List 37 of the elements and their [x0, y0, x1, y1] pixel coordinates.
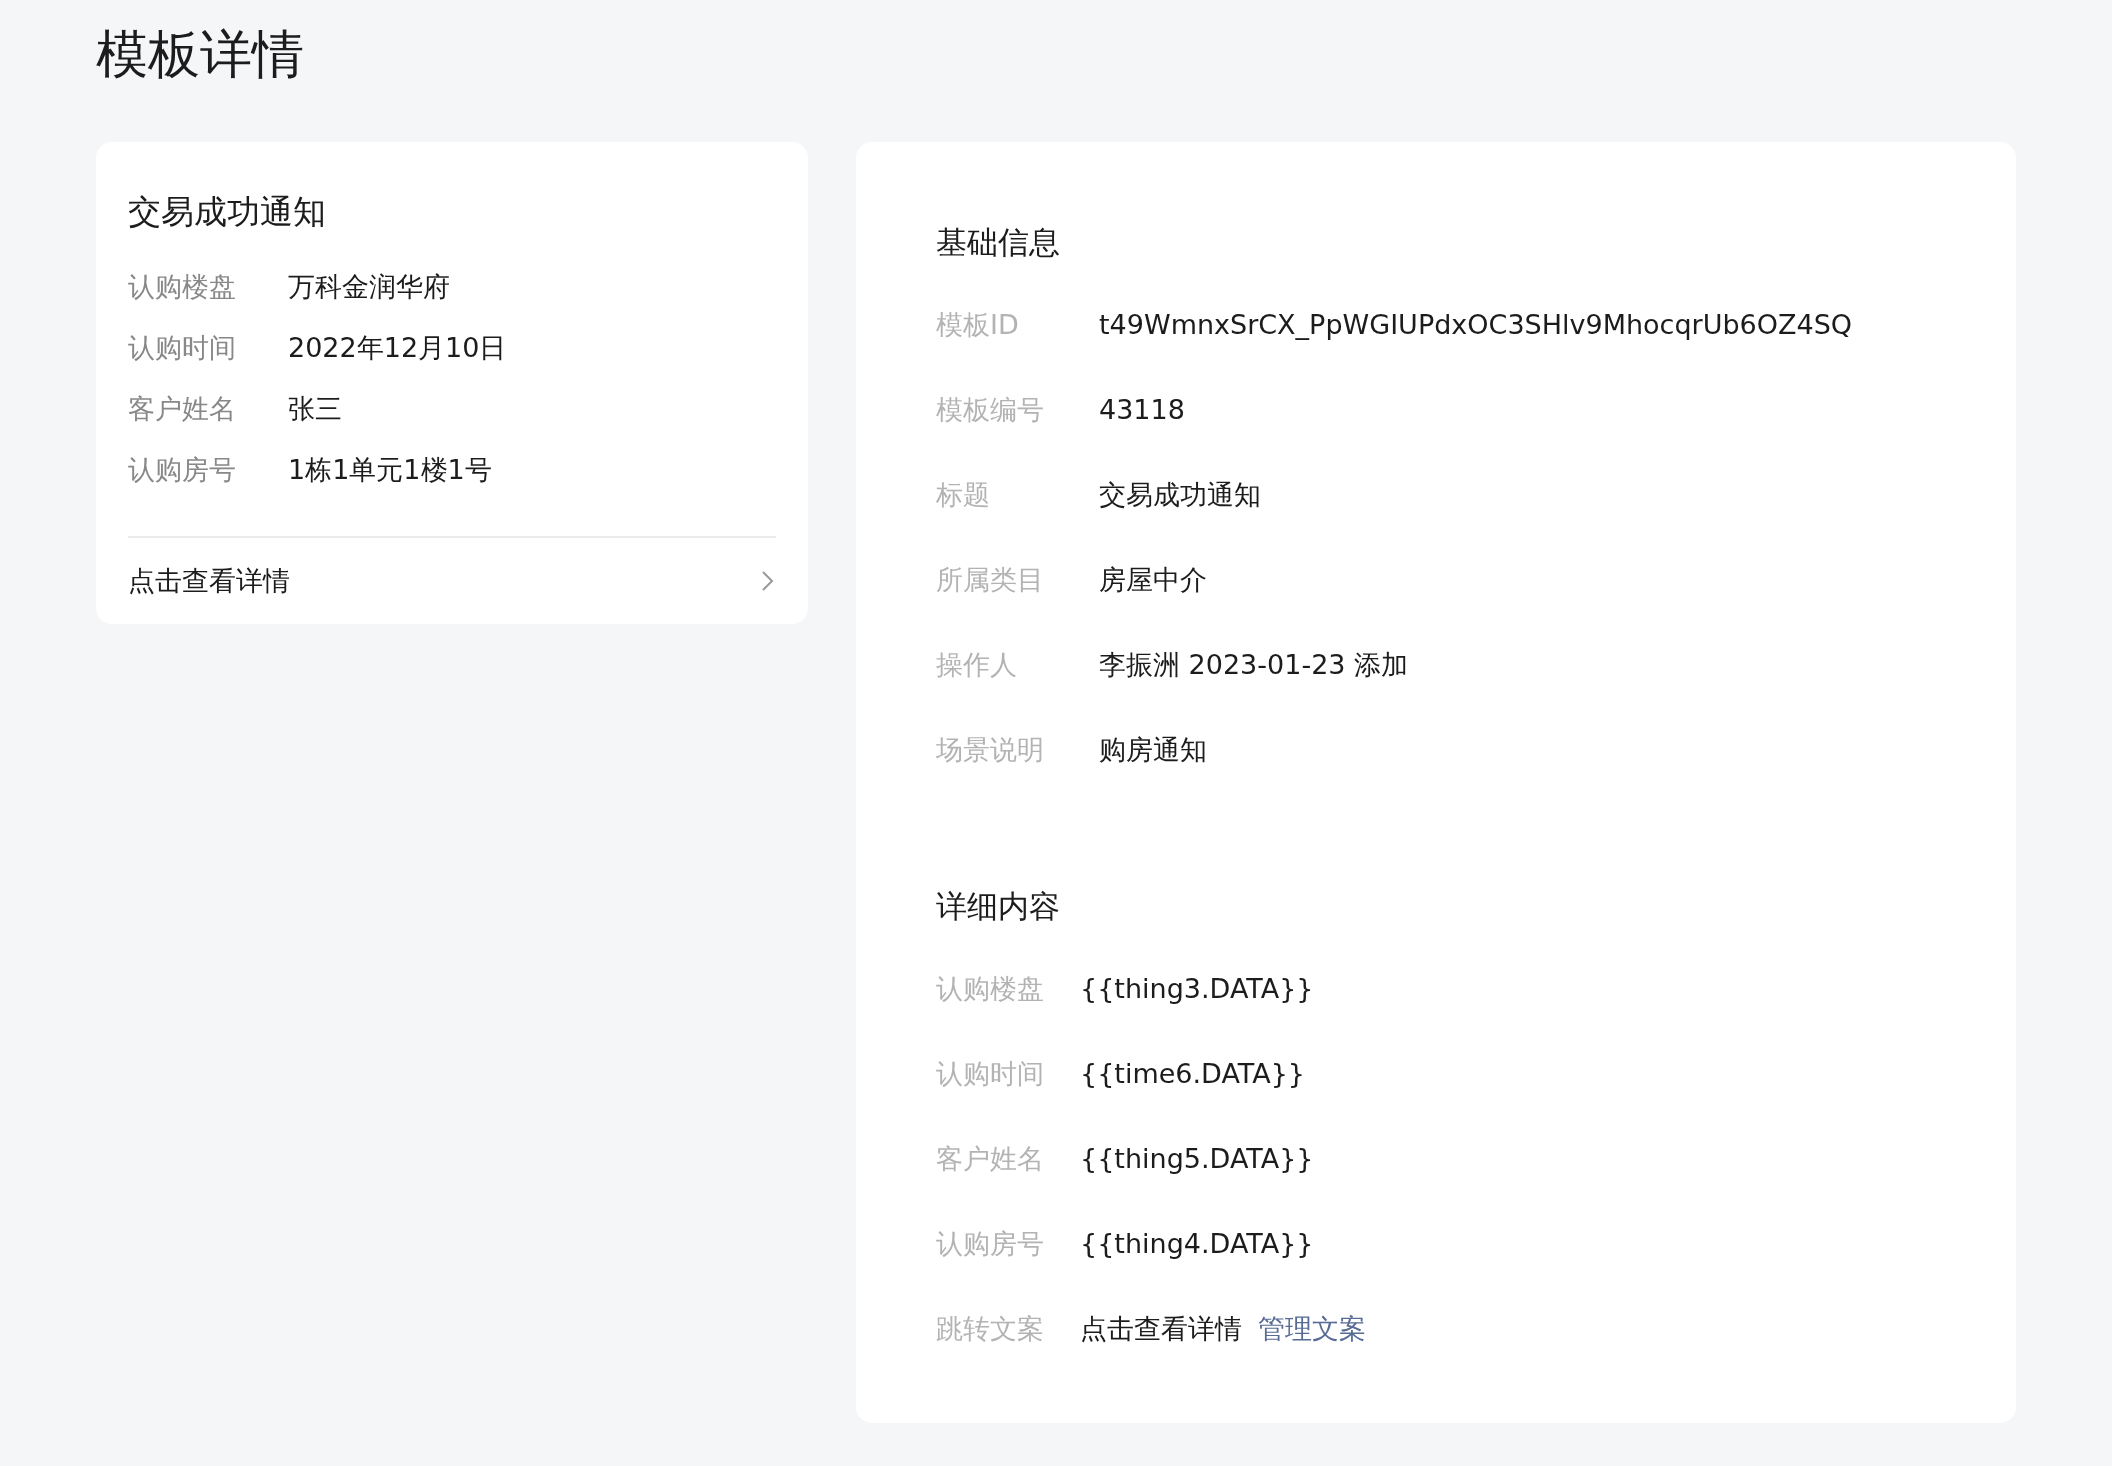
field-label: 场景说明	[936, 733, 1045, 767]
field-value: 李振洲 2023-01-23 添加	[1099, 648, 1409, 682]
field-label: 操作人	[936, 648, 1018, 682]
field-value: 2022年12月10日	[288, 331, 507, 365]
field-label: 模板ID	[936, 308, 1020, 342]
view-details-link[interactable]: 点击查看详情	[128, 536, 776, 624]
field-label: 认购时间	[936, 1057, 1045, 1091]
card-title: 交易成功通知	[128, 191, 327, 233]
chevron-right-icon	[760, 569, 776, 593]
field-label: 跳转文案	[936, 1312, 1045, 1346]
field-value: 购房通知	[1099, 733, 1207, 767]
field-value: {{thing5.DATA}}	[1080, 1142, 1314, 1176]
field-label: 客户姓名	[936, 1142, 1045, 1176]
page-title: 模板详情	[96, 23, 305, 86]
field-value: 张三	[288, 392, 342, 426]
field-label: 认购房号	[128, 453, 237, 487]
section-title: 详细内容	[936, 887, 1061, 926]
field-value: 1栋1单元1楼1号	[288, 453, 492, 487]
field-value: 万科金润华府	[288, 270, 450, 304]
field-label: 标题	[936, 478, 991, 512]
field-value: 房屋中介	[1099, 563, 1207, 597]
field-value: 43118	[1099, 393, 1185, 427]
field-value: t49WmnxSrCX_PpWGIUPdxOC3SHlv9MhocqrUb6OZ4SQ	[1099, 308, 1853, 342]
field-value: 点击查看详情	[1080, 1312, 1242, 1346]
field-value: {{thing4.DATA}}	[1080, 1227, 1314, 1261]
field-label: 认购楼盘	[128, 270, 237, 304]
field-label: 所属类目	[936, 563, 1045, 597]
field-label: 模板编号	[936, 393, 1045, 427]
field-label: 认购房号	[936, 1227, 1045, 1261]
field-value: {{thing3.DATA}}	[1080, 972, 1314, 1006]
field-label: 客户姓名	[128, 392, 237, 426]
field-label: 认购楼盘	[936, 972, 1045, 1006]
field-value: {{time6.DATA}}	[1080, 1057, 1306, 1091]
field-label: 认购时间	[128, 331, 237, 365]
section-title: 基础信息	[936, 223, 1061, 262]
manage-copy-link[interactable]: 管理文案	[1258, 1286, 1366, 1371]
field-value: 交易成功通知	[1099, 478, 1261, 512]
